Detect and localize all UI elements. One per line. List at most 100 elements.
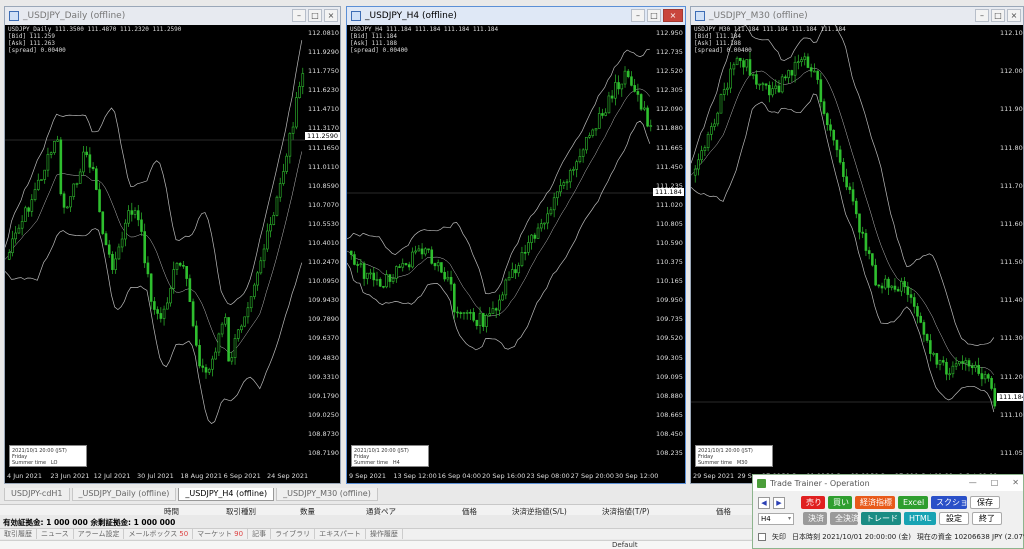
candle-body	[33, 189, 37, 201]
html-button[interactable]: HTML	[904, 512, 936, 525]
candle-body	[819, 79, 823, 102]
terminal-tab[interactable]: ライブラリ	[271, 529, 316, 539]
time-tick-label: 12 Jul 2021	[93, 472, 131, 480]
candle-body	[604, 112, 607, 116]
candle-body	[349, 250, 353, 255]
save-button[interactable]: 保存	[970, 496, 1000, 509]
candle-body	[272, 214, 276, 225]
tab-usdjpy-m30[interactable]: _USDJPY_M30 (offline)	[276, 488, 378, 501]
chart-window-m30[interactable]: _USDJPY_M30 (offline) – □ × USDJPY_M30 1…	[690, 6, 1024, 484]
price-tick-label: 109.950	[656, 296, 683, 305]
time-tick-label: 9 Sep 2021	[349, 472, 387, 480]
settle-all-button[interactable]: 全決済	[830, 512, 859, 525]
candle-body	[620, 83, 624, 90]
candle-body	[353, 254, 356, 265]
chart-titlebar[interactable]: _USDJPY_Daily (offline) – □ ×	[5, 7, 340, 25]
minimize-icon[interactable]: –	[292, 9, 306, 22]
candle-body	[488, 313, 492, 316]
close-icon[interactable]: ×	[1007, 9, 1021, 22]
candle-body	[565, 181, 569, 184]
settle-button[interactable]: 決済	[803, 512, 827, 525]
terminal-tab[interactable]: エキスパート	[315, 529, 366, 539]
app-logo-icon	[757, 478, 766, 488]
candle-body	[256, 272, 259, 286]
col-price-current[interactable]: 価格	[716, 506, 731, 517]
candle-body	[259, 260, 263, 274]
trainer-titlebar[interactable]: Trade Trainer - Operation — □ ✕	[753, 475, 1023, 491]
candle-body	[617, 82, 620, 90]
sell-button[interactable]: 売り	[801, 496, 825, 509]
buy-button[interactable]: 買い	[828, 496, 852, 509]
chart-window-icon	[9, 11, 19, 21]
col-symbol[interactable]: 通貨ペア	[366, 506, 396, 517]
close-icon[interactable]: ×	[324, 9, 338, 22]
tab-usdjpy-h1[interactable]: USDJPY-cdH1	[4, 488, 70, 501]
candle-body	[646, 107, 649, 127]
time-axis: 9 Sep 2021 13 Sep 12:00 16 Sep 04:00 20 Sep…	[347, 470, 658, 483]
candle-body	[967, 360, 971, 367]
chart-plot-area[interactable]: USDJPY_H4 111.184 111.184 111.184 111.18…	[347, 25, 685, 483]
chart-plot-area[interactable]: USDJPY_Daily 111.3500 111.4870 111.2320 …	[5, 25, 340, 483]
candle-body	[614, 82, 617, 99]
candle-body	[120, 238, 124, 248]
col-sl[interactable]: 決済逆指値(S/L)	[512, 506, 567, 517]
chart-window-h4[interactable]: _USDJPY_H4 (offline) – □ × USDJPY_H4 111…	[346, 6, 686, 484]
prev-bar-button[interactable]: ◀	[758, 496, 770, 509]
candle-body	[224, 317, 227, 325]
candle-body	[539, 223, 543, 229]
chart-window-daily[interactable]: _USDJPY_Daily (offline) – □ × USDJPY_Dai…	[4, 6, 341, 484]
minimize-icon[interactable]: –	[631, 9, 645, 22]
terminal-tab[interactable]: ニュース	[37, 529, 74, 539]
candle-body	[774, 85, 778, 89]
trade-trainer-panel[interactable]: Trade Trainer - Operation — □ ✕ ◀ ▶ 売り 買…	[752, 474, 1024, 549]
timeframe-select[interactable]: H4	[758, 512, 794, 525]
maximize-icon[interactable]: □	[991, 478, 999, 487]
excel-button[interactable]: Excel	[898, 496, 928, 509]
candle-body	[114, 258, 117, 270]
candle-body	[98, 189, 101, 213]
candle-body	[401, 263, 405, 268]
col-time[interactable]: 時間	[164, 506, 179, 517]
bollinger-band-line	[347, 48, 650, 295]
col-price[interactable]: 価格	[462, 506, 477, 517]
terminal-tab[interactable]: 記事	[248, 529, 272, 539]
maximize-icon[interactable]: □	[647, 9, 661, 22]
chart-titlebar[interactable]: _USDJPY_M30 (offline) – □ ×	[691, 7, 1023, 25]
close-icon[interactable]: ✕	[1012, 478, 1019, 487]
maximize-icon[interactable]: □	[991, 9, 1005, 22]
col-tp[interactable]: 決済指値(T/P)	[602, 506, 649, 517]
candle-body	[922, 322, 926, 335]
candle-body	[575, 161, 578, 170]
terminal-tab[interactable]: 取引履歴	[0, 529, 37, 539]
candle-body	[298, 86, 301, 98]
time-tick-label: 13 Sep 12:00	[393, 472, 437, 480]
exit-button[interactable]: 終了	[972, 512, 1002, 525]
maximize-icon[interactable]: □	[308, 9, 322, 22]
candle-body	[594, 128, 598, 131]
arrow-checkbox[interactable]	[758, 533, 766, 541]
settings-button[interactable]: 設定	[939, 512, 969, 525]
terminal-tab[interactable]: メールボックス 50	[124, 529, 194, 539]
candle-body	[941, 360, 945, 363]
minimize-icon[interactable]: —	[969, 478, 977, 487]
candle-body	[140, 219, 143, 232]
candle-body	[649, 125, 653, 127]
close-icon[interactable]: ×	[663, 9, 683, 22]
tab-usdjpy-daily[interactable]: _USDJPY_Daily (offline)	[71, 488, 177, 501]
tab-usdjpy-h4[interactable]: _USDJPY_H4 (offline)	[178, 488, 275, 501]
candle-body	[796, 61, 800, 64]
terminal-tab[interactable]: アラーム設定	[74, 529, 125, 539]
col-type[interactable]: 取引種別	[226, 506, 256, 517]
indicator-button[interactable]: 経済指標	[855, 496, 895, 509]
price-tick-label: 110.375	[656, 258, 683, 267]
next-bar-button[interactable]: ▶	[773, 496, 785, 509]
chart-plot-area[interactable]: USDJPY_M30 111.184 111.184 111.184 111.1…	[691, 25, 1023, 483]
col-volume[interactable]: 数量	[300, 506, 315, 517]
minimize-icon[interactable]: –	[975, 9, 989, 22]
terminal-tab[interactable]: 操作履歴	[366, 529, 403, 539]
screenshot-button[interactable]: スクショ	[931, 496, 968, 509]
terminal-tab[interactable]: マーケット 90	[193, 529, 249, 539]
chart-titlebar[interactable]: _USDJPY_H4 (offline) – □ ×	[347, 7, 685, 25]
trade-button[interactable]: トレード	[861, 512, 901, 525]
status-profile[interactable]: Default	[612, 541, 638, 549]
